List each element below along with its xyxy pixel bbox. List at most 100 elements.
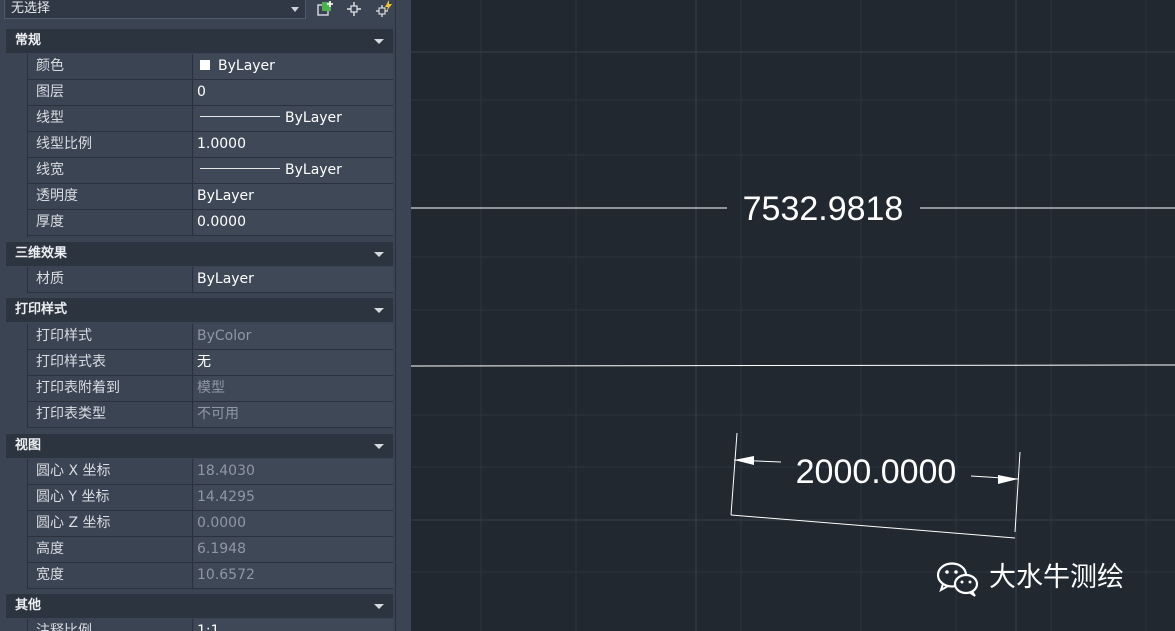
section-title: 打印样式 [15, 302, 68, 317]
property-row-thickness[interactable]: 厚度 0.0000 [28, 210, 393, 236]
property-value: 18.4030 [194, 459, 393, 484]
section-gutter [6, 54, 28, 237]
section-plot-style-header[interactable]: 打印样式 [6, 298, 393, 322]
selector-value: 无选择 [11, 1, 51, 16]
property-value[interactable]: ByLayer [194, 267, 393, 292]
collapse-chevron-icon[interactable] [374, 444, 384, 449]
property-label: 打印表类型 [28, 402, 193, 427]
property-row-color[interactable]: 颜色 ByLayer [28, 54, 393, 80]
property-label: 圆心 Y 坐标 [28, 485, 193, 510]
property-label: 线宽 [28, 158, 193, 183]
grid [411, 0, 1175, 631]
property-value[interactable]: ByLayer [194, 106, 393, 131]
property-row-linetype-scale[interactable]: 线型比例 1.0000 [28, 132, 393, 158]
section-gutter [6, 267, 28, 293]
property-label: 线型比例 [28, 132, 193, 157]
color-value: ByLayer [218, 58, 275, 74]
property-value: ByColor [194, 324, 393, 349]
property-row-layer[interactable]: 图层 0 [28, 80, 393, 106]
property-row-center-x[interactable]: 圆心 X 坐标 18.4030 [28, 459, 393, 485]
grid-major [411, 0, 1175, 631]
property-row-plot-table-attached[interactable]: 打印表附着到 模型 [28, 376, 393, 402]
property-label: 线型 [28, 106, 193, 131]
collapse-chevron-icon[interactable] [374, 308, 384, 313]
select-objects-icon[interactable] [344, 0, 364, 18]
quick-select-icon[interactable] [374, 0, 394, 18]
aligned-dimension[interactable]: 2000.0000 [730, 432, 1021, 539]
collapse-chevron-icon[interactable] [374, 252, 384, 257]
color-swatch-icon [200, 60, 210, 70]
section-3d-effects-header[interactable]: 三维效果 [6, 242, 393, 266]
section-title: 其他 [15, 598, 42, 613]
lineweight-preview-icon [200, 168, 280, 169]
property-label: 打印样式 [28, 324, 193, 349]
dimension-text-top[interactable]: 7532.9818 [743, 190, 904, 228]
property-row-annotation-scale[interactable]: 注释比例 1:1 [28, 619, 393, 631]
section-general-header[interactable]: 常规 [6, 29, 393, 53]
property-label: 材质 [28, 267, 193, 292]
linetype-preview-icon [200, 116, 280, 117]
chevron-down-icon[interactable] [291, 7, 299, 12]
property-value[interactable]: ByLayer [194, 158, 393, 183]
property-row-height[interactable]: 高度 6.1948 [28, 537, 393, 563]
property-label: 高度 [28, 537, 193, 562]
property-value[interactable]: 0 [194, 80, 393, 105]
property-label: 打印表附着到 [28, 376, 193, 401]
property-row-plot-table-type[interactable]: 打印表类型 不可用 [28, 402, 393, 428]
drawing-line[interactable] [411, 364, 1175, 367]
property-label: 宽度 [28, 563, 193, 588]
property-row-plot-style[interactable]: 打印样式 ByColor [28, 324, 393, 350]
section-title: 视图 [15, 438, 42, 453]
palette-scroll-edge[interactable] [395, 0, 411, 631]
collapse-chevron-icon[interactable] [374, 39, 384, 44]
property-label: 图层 [28, 80, 193, 105]
property-label: 圆心 X 坐标 [28, 459, 193, 484]
properties-palette: 无选择 常规 颜色 ByLayer 图层 0 线型 ByLayer 线型比例 1… [0, 0, 411, 631]
property-value: 14.4295 [194, 485, 393, 510]
section-view-header[interactable]: 视图 [6, 434, 393, 458]
property-value[interactable]: ByLayer [194, 54, 393, 79]
collapse-chevron-icon[interactable] [374, 604, 384, 609]
section-gutter [6, 324, 28, 428]
drawing-area[interactable]: 7532.9818 2000.0000 [411, 0, 1175, 631]
property-value: 6.1948 [194, 537, 393, 562]
drawing-canvas[interactable]: 7532.9818 2000.0000 [411, 0, 1175, 631]
property-label: 透明度 [28, 184, 193, 209]
property-row-center-y[interactable]: 圆心 Y 坐标 14.4295 [28, 485, 393, 511]
property-value[interactable]: 1.0000 [194, 132, 393, 157]
arrow-left-icon [734, 456, 754, 465]
dimensioned-line [730, 514, 1016, 539]
property-row-lineweight[interactable]: 线宽 ByLayer [28, 158, 393, 184]
wechat-icon [936, 562, 979, 597]
toggle-pickadd-icon[interactable] [316, 0, 336, 18]
property-row-material[interactable]: 材质 ByLayer [28, 267, 393, 293]
property-value[interactable]: 0.0000 [194, 210, 393, 235]
property-row-linetype[interactable]: 线型 ByLayer [28, 106, 393, 132]
property-row-center-z[interactable]: 圆心 Z 坐标 0.0000 [28, 511, 393, 537]
watermark-text: 大水牛测绘 [989, 562, 1124, 593]
extension-line-left [730, 432, 738, 516]
property-value: 不可用 [194, 402, 393, 427]
property-value[interactable]: 无 [194, 350, 393, 375]
property-value[interactable]: 1:1 [194, 619, 393, 631]
property-value: 0.0000 [194, 511, 393, 536]
section-title: 常规 [15, 33, 42, 48]
palette-toolbar: 无选择 [0, 0, 411, 22]
section-gutter [6, 619, 28, 631]
arrow-right-icon [998, 475, 1018, 484]
property-value[interactable]: ByLayer [194, 184, 393, 209]
property-value: 模型 [194, 376, 393, 401]
property-row-plot-style-table[interactable]: 打印样式表 无 [28, 350, 393, 376]
section-gutter [6, 459, 28, 589]
property-label: 注释比例 [28, 619, 193, 631]
section-title: 三维效果 [15, 246, 68, 261]
dimension-text-bottom[interactable]: 2000.0000 [796, 453, 957, 491]
property-label: 打印样式表 [28, 350, 193, 375]
section-misc-header[interactable]: 其他 [6, 594, 393, 618]
linetype-value: ByLayer [285, 110, 342, 126]
property-label: 圆心 Z 坐标 [28, 511, 193, 536]
property-row-transparency[interactable]: 透明度 ByLayer [28, 184, 393, 210]
object-selector-dropdown[interactable]: 无选择 [4, 0, 306, 19]
property-row-width[interactable]: 宽度 10.6572 [28, 563, 393, 589]
property-value: 10.6572 [194, 563, 393, 588]
